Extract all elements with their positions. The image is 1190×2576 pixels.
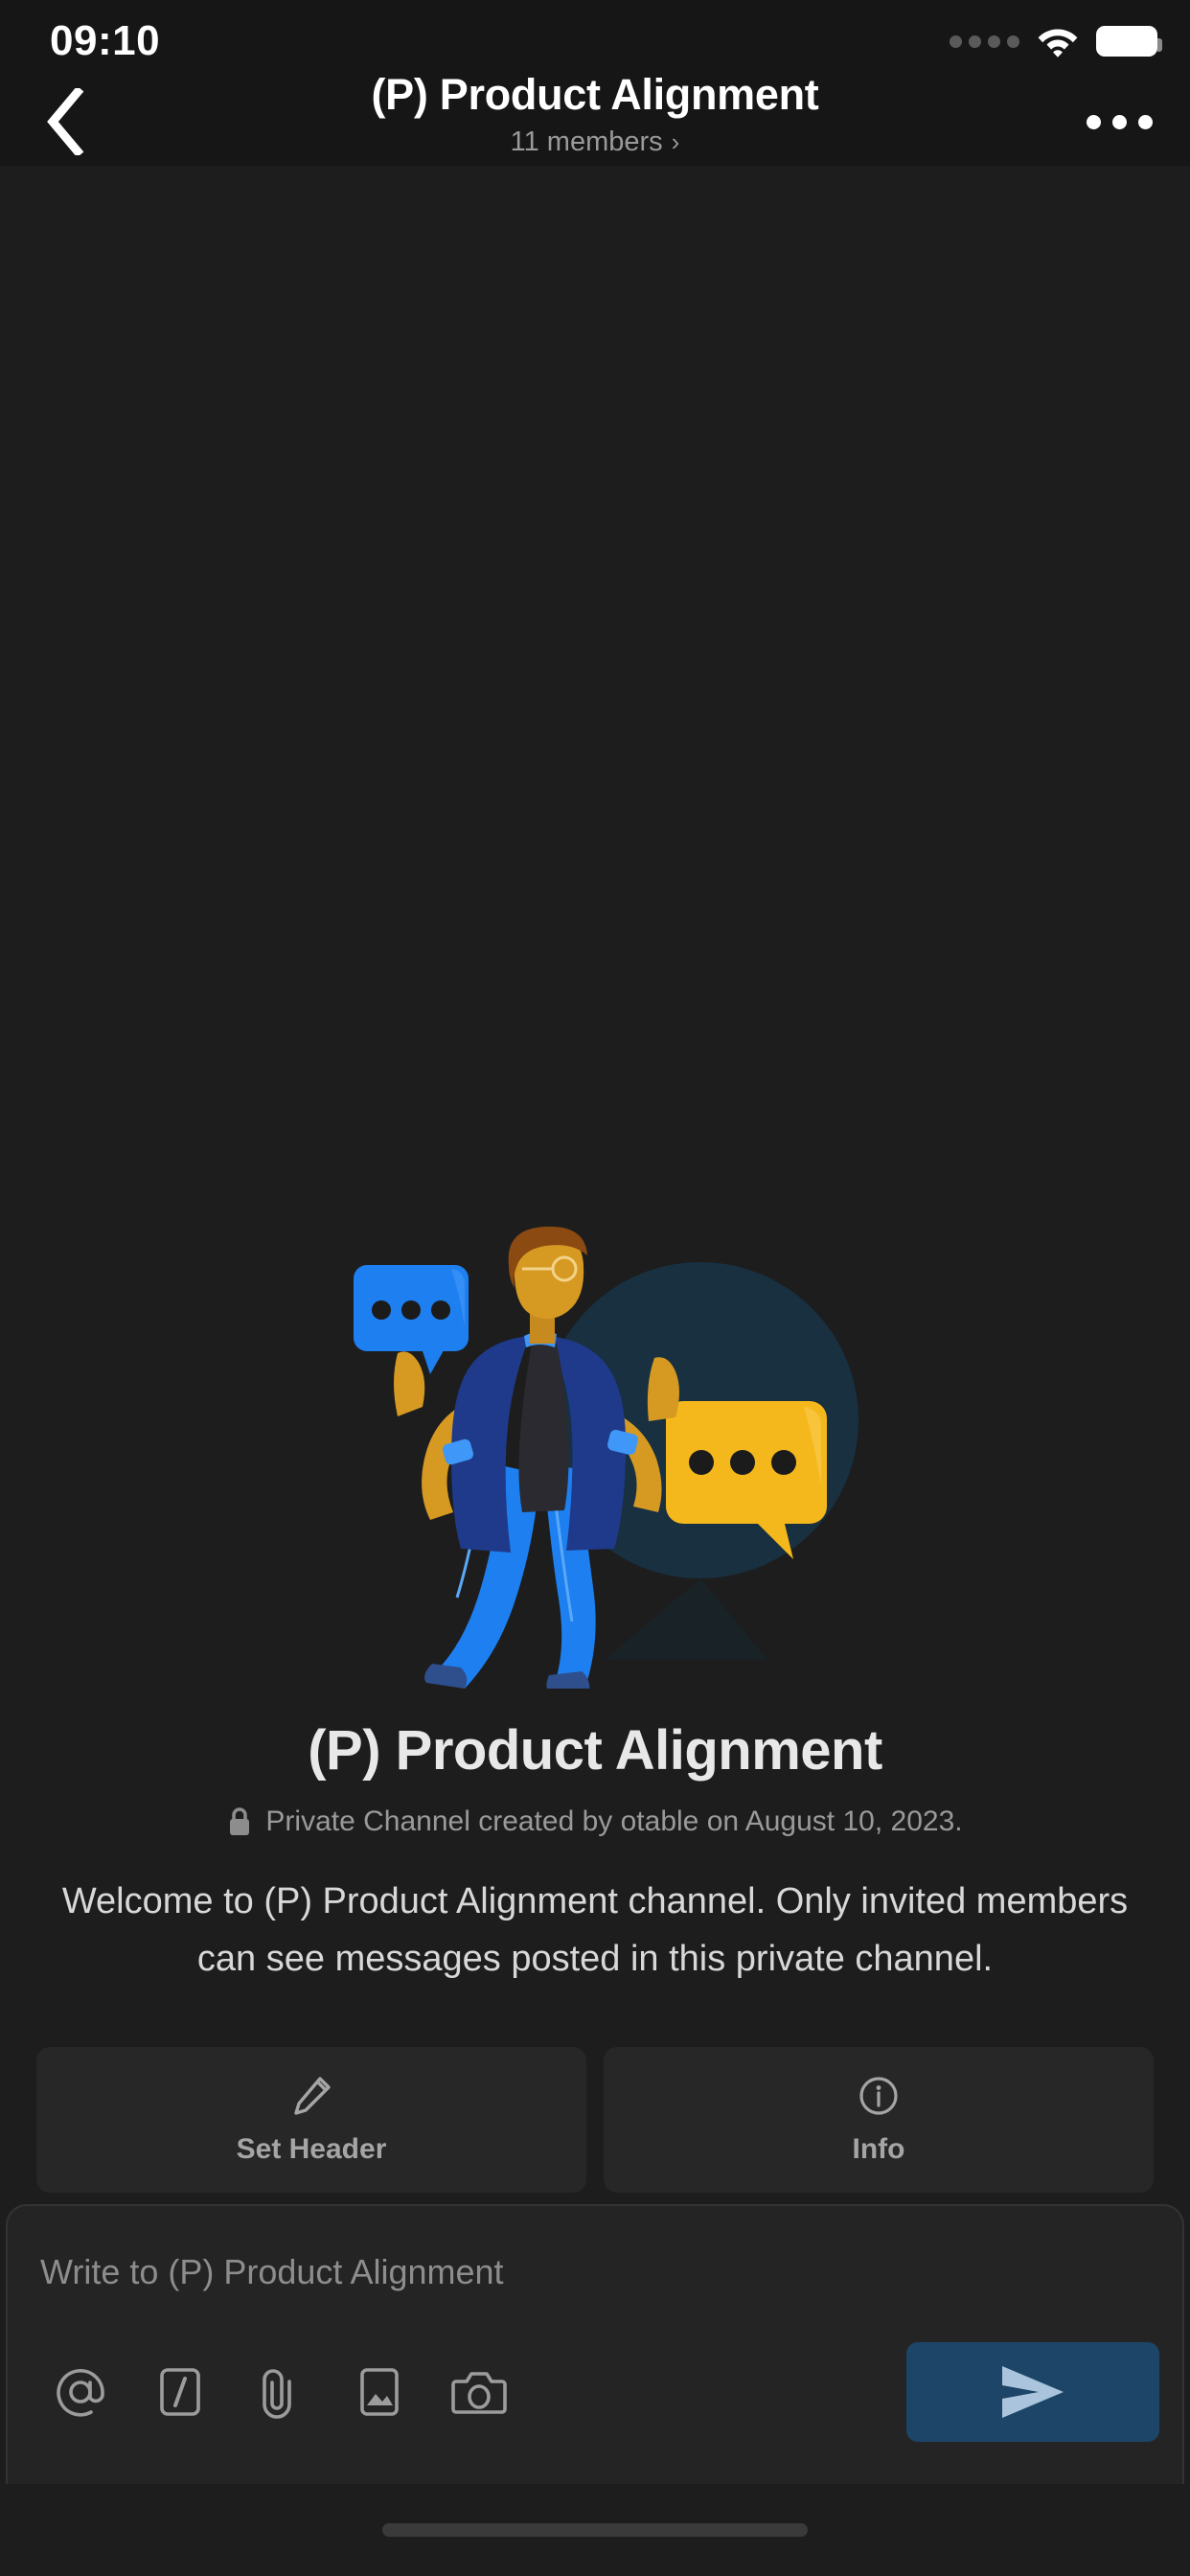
status-bar-time: 09:10 [50,17,161,64]
camera-button[interactable] [429,2356,529,2428]
lock-icon [230,1807,250,1835]
channel-welcome-text: Welcome to (P) Product Alignment channel… [61,1881,1129,1979]
info-button[interactable]: Info [604,2047,1154,2193]
pencil-icon [294,2077,331,2115]
more-horizontal-icon-dot [1086,114,1101,129]
slash-command-icon [160,2368,200,2416]
attachment-button[interactable] [230,2356,330,2428]
members-link[interactable]: 11 members › [212,125,978,159]
navigation-bar: (P) Product Alignment 11 members › [0,70,1190,166]
more-options-button[interactable] [1075,78,1163,166]
channel-header[interactable]: (P) Product Alignment 11 members › [212,68,978,159]
illustration-container [0,1209,1190,1689]
info-label: Info [852,2133,905,2165]
channel-intro-title: (P) Product Alignment [308,1719,882,1782]
channel-intro-panel: (P) Product Alignment Private Channel cr… [0,166,1190,2204]
status-bar-indicators [950,25,1162,58]
image-icon [360,2368,399,2416]
wifi-icon [1037,25,1079,58]
message-composer [6,2204,1184,2484]
battery-full-icon [1096,26,1162,57]
message-input[interactable] [40,2250,1150,2294]
person-with-chat-bubbles-illustration [354,1226,858,1689]
channel-title: (P) Product Alignment [371,70,819,119]
composer-toolbar [31,2342,1159,2442]
set-header-label: Set Header [236,2133,387,2165]
send-button[interactable] [906,2342,1159,2442]
set-header-button[interactable]: Set Header [36,2047,586,2193]
members-count-label: 11 members [510,126,663,157]
at-mention-icon [57,2369,104,2417]
slash-command-button[interactable] [130,2356,230,2428]
signal-dots-icon [950,34,1019,48]
channel-meta: Private Channel created by otable on Aug… [0,1804,1190,1840]
mention-button[interactable] [31,2356,130,2428]
send-plane-icon [1002,2366,1064,2418]
chevron-left-icon [47,88,84,155]
channel-action-buttons: Set Header Info [0,2047,1190,2193]
image-button[interactable] [330,2356,429,2428]
channel-meta-text: Private Channel created by otable on Aug… [265,1806,963,1837]
camera-icon [451,2372,507,2414]
paperclip-icon [263,2369,291,2419]
chevron-right-icon: › [671,127,680,156]
home-indicator-area [0,2484,1190,2576]
more-horizontal-icon-dot [1137,114,1153,129]
more-horizontal-icon-dot [1111,114,1127,129]
phone-screen: 09:10 (P) Product Alignment 11 members ›… [0,0,1190,2576]
home-indicator[interactable] [382,2523,808,2537]
info-circle-icon [859,2077,898,2115]
back-button[interactable] [21,78,109,166]
